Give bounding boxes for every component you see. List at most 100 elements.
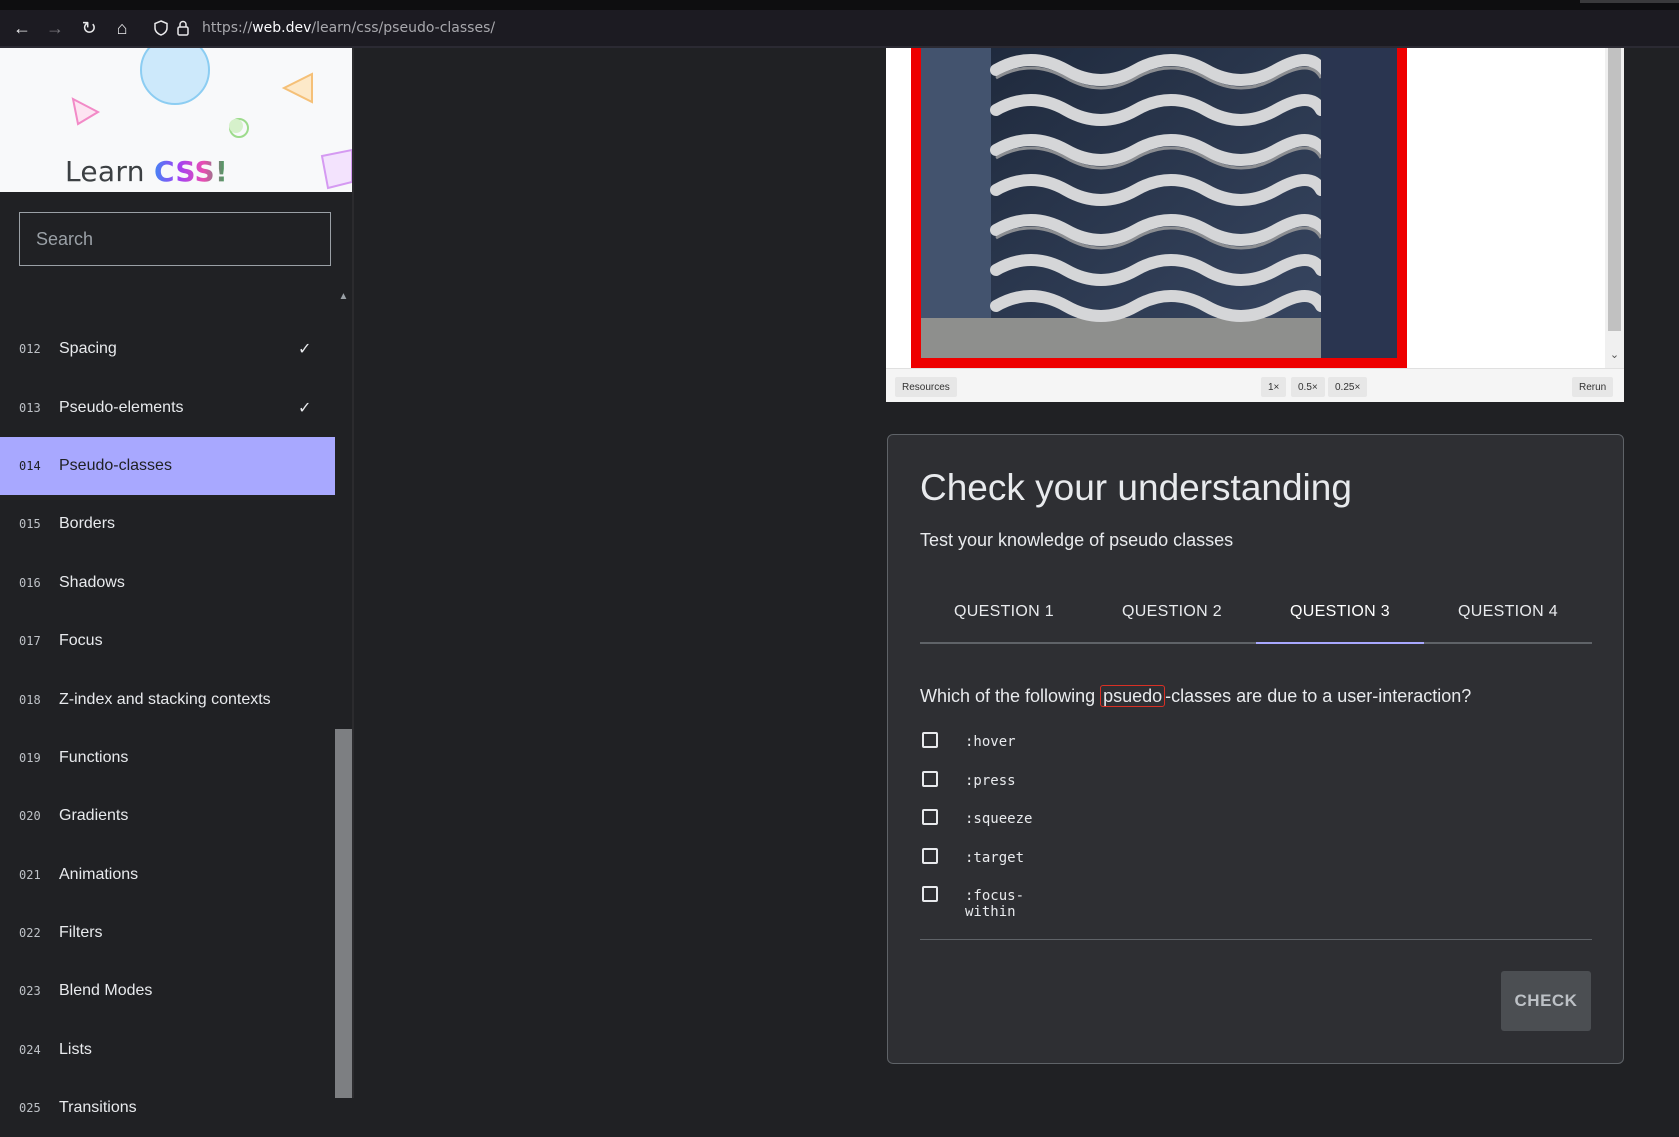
logo-css: CSS! <box>153 155 229 188</box>
reload-button[interactable]: ↻ <box>75 16 103 40</box>
sidebar-item-number: 013 <box>19 400 41 415</box>
sidebar-item-label: Z-index and stacking contexts <box>59 690 271 708</box>
home-icon: ⌂ <box>116 17 128 38</box>
scroll-up-chevron-icon[interactable]: ▲ <box>335 289 352 305</box>
sidebar-item-label: Shadows <box>59 573 125 591</box>
checkmark-icon: ✓ <box>298 341 312 359</box>
sidebar-item-label: Lists <box>59 1040 92 1058</box>
sidebar-item-label: Blend Modes <box>59 982 153 1000</box>
sidebar-item-label: Borders <box>59 515 116 533</box>
learn-css-logo-banner[interactable]: Learn CSS! <box>0 48 352 192</box>
search-field[interactable] <box>19 212 331 266</box>
url-scheme: https:// <box>202 20 253 36</box>
shield-icon[interactable] <box>150 17 172 39</box>
checkmark-icon: ✓ <box>298 399 312 417</box>
demo-scrollbar-thumb[interactable] <box>1608 48 1621 331</box>
demo-controls-bar: Resources 1× 0.5× 0.25× Rerun <box>886 368 1624 402</box>
checkbox[interactable] <box>922 732 938 748</box>
sidebar-item-number: 015 <box>19 517 41 532</box>
option-label: :target <box>965 849 1025 866</box>
sidebar-scrollbar-thumb[interactable] <box>335 729 352 1098</box>
quiz-title: Check your understanding <box>920 467 1352 508</box>
sidebar-item-label: Focus <box>59 632 103 650</box>
sidebar-item-label: Filters <box>59 924 103 942</box>
forward-button[interactable]: → <box>41 16 69 40</box>
question-text-start: Which of the following <box>920 686 1101 706</box>
sidebar-item-functions[interactable]: 019 Functions <box>0 729 335 787</box>
sidebar-item-pseudo-classes[interactable]: 014 Pseudo-classes <box>0 436 335 496</box>
sidebar-item-number: 018 <box>19 692 41 707</box>
spelling-highlight[interactable]: psuedo <box>1100 685 1166 707</box>
sidebar-item-filters[interactable]: 022 Filters <box>0 904 335 962</box>
sidebar-item-label: Animations <box>59 865 139 883</box>
course-nav-list: 012 Spacing ✓ 013 Pseudo-elements ✓ 014 … <box>0 320 335 1137</box>
tab-strip-edge <box>1580 0 1679 3</box>
search-input[interactable] <box>34 227 316 251</box>
scroll-down-chevron-icon[interactable]: ⌄ <box>1605 348 1624 361</box>
sidebar-item-blend-modes[interactable]: 023 Blend Modes <box>0 962 335 1020</box>
url-path: /learn/css/pseudo-classes/ <box>311 20 496 36</box>
sidebar-item-label: Pseudo-elements <box>59 398 184 416</box>
tab-question-3[interactable]: QUESTION 3 <box>1256 581 1424 644</box>
quiz-subtitle: Test your knowledge of pseudo classes <box>920 530 1234 550</box>
question-tabs: QUESTION 1 QUESTION 2 QUESTION 3 QUESTIO… <box>920 581 1592 644</box>
demo-image-red-border <box>911 48 1407 368</box>
building-facade-image <box>921 48 1397 358</box>
checkbox[interactable] <box>922 847 938 864</box>
sidebar-item-number: 014 <box>19 458 41 473</box>
tab-question-1[interactable]: QUESTION 1 <box>920 581 1088 642</box>
sidebar-item-pseudo-elements[interactable]: 013 Pseudo-elements ✓ <box>0 378 335 436</box>
tab-question-4[interactable]: QUESTION 4 <box>1424 581 1592 642</box>
building-facade-picture-icon <box>921 48 1397 358</box>
zoom-1x-button[interactable]: 1× <box>1261 377 1287 397</box>
sidebar-item-gradients[interactable]: 020 Gradients <box>0 787 335 845</box>
sidebar-item-number: 023 <box>19 984 41 999</box>
sidebar-item-label: Functions <box>59 748 129 766</box>
zoom-025x-button[interactable]: 0.25× <box>1328 377 1368 397</box>
sidebar-item-number: 022 <box>19 926 41 941</box>
rerun-button[interactable]: Rerun <box>1572 377 1614 397</box>
back-button[interactable]: ← <box>8 16 36 40</box>
sidebar-item-label: Transitions <box>59 1099 137 1117</box>
check-button[interactable]: CHECK <box>1501 971 1591 1031</box>
checkbox[interactable] <box>922 886 938 903</box>
option-label: :hover <box>965 734 1016 750</box>
tab-question-2[interactable]: QUESTION 2 <box>1088 581 1256 642</box>
demo-preview-frame: ⌄ Resources 1× 0.5× 0.25× Rerun <box>886 48 1624 402</box>
sidebar-item-number: 017 <box>19 634 41 649</box>
sidebar-divider <box>352 48 354 1098</box>
sidebar-item-number: 021 <box>19 867 41 882</box>
lock-icon[interactable] <box>172 17 194 39</box>
sidebar-item-transitions[interactable]: 025 Transitions <box>0 1079 335 1137</box>
checkbox[interactable] <box>922 809 938 826</box>
sidebar-item-borders[interactable]: 015 Borders <box>0 495 335 553</box>
home-button[interactable]: ⌂ <box>108 16 136 40</box>
sidebar-item-spacing[interactable]: 012 Spacing ✓ <box>0 320 335 378</box>
sidebar-item-lists[interactable]: 024 Lists <box>0 1021 335 1079</box>
sidebar-item-shadows[interactable]: 016 Shadows <box>0 554 335 612</box>
quiz-card: Check your understanding Test your knowl… <box>887 434 1624 1064</box>
browser-toolbar: ← → ↻ ⌂ https://web.dev/learn/css/pseudo… <box>0 10 1679 48</box>
question-text: Which of the following psuedo -classes ar… <box>920 685 1472 707</box>
window-top-strip <box>0 0 1679 10</box>
option-label: :press <box>965 772 1016 789</box>
sidebar-item-focus[interactable]: 017 Focus <box>0 612 335 670</box>
logo-learn: Learn <box>65 155 145 188</box>
learn-css-logo-text: Learn CSS! <box>65 155 228 188</box>
sidebar-item-number: 012 <box>19 342 41 357</box>
question-text-end: -classes are due to a user-interaction? <box>1165 686 1472 706</box>
sidebar-item-animations[interactable]: 021 Animations <box>0 846 335 904</box>
url-host: web.dev <box>252 20 312 36</box>
sidebar-item-number: 025 <box>19 1101 41 1116</box>
sidebar-item-number: 016 <box>19 575 41 590</box>
url-text[interactable]: https://web.dev/learn/css/pseudo-classes… <box>202 20 495 36</box>
demo-scrollbar[interactable]: ⌄ <box>1605 48 1624 368</box>
zoom-05x-button[interactable]: 0.5× <box>1291 377 1325 397</box>
back-arrow-icon: ← <box>13 17 31 38</box>
course-sidebar: Learn CSS! 012 Spacing ✓ 013 Pseudo-elem… <box>0 48 352 1116</box>
checkbox[interactable] <box>922 770 938 787</box>
reload-icon: ↻ <box>81 17 97 38</box>
sidebar-item-z-index[interactable]: 018 Z-index and stacking contexts <box>0 670 335 728</box>
resources-button[interactable]: Resources <box>895 377 957 397</box>
address-bar[interactable]: https://web.dev/learn/css/pseudo-classes… <box>150 13 1679 43</box>
